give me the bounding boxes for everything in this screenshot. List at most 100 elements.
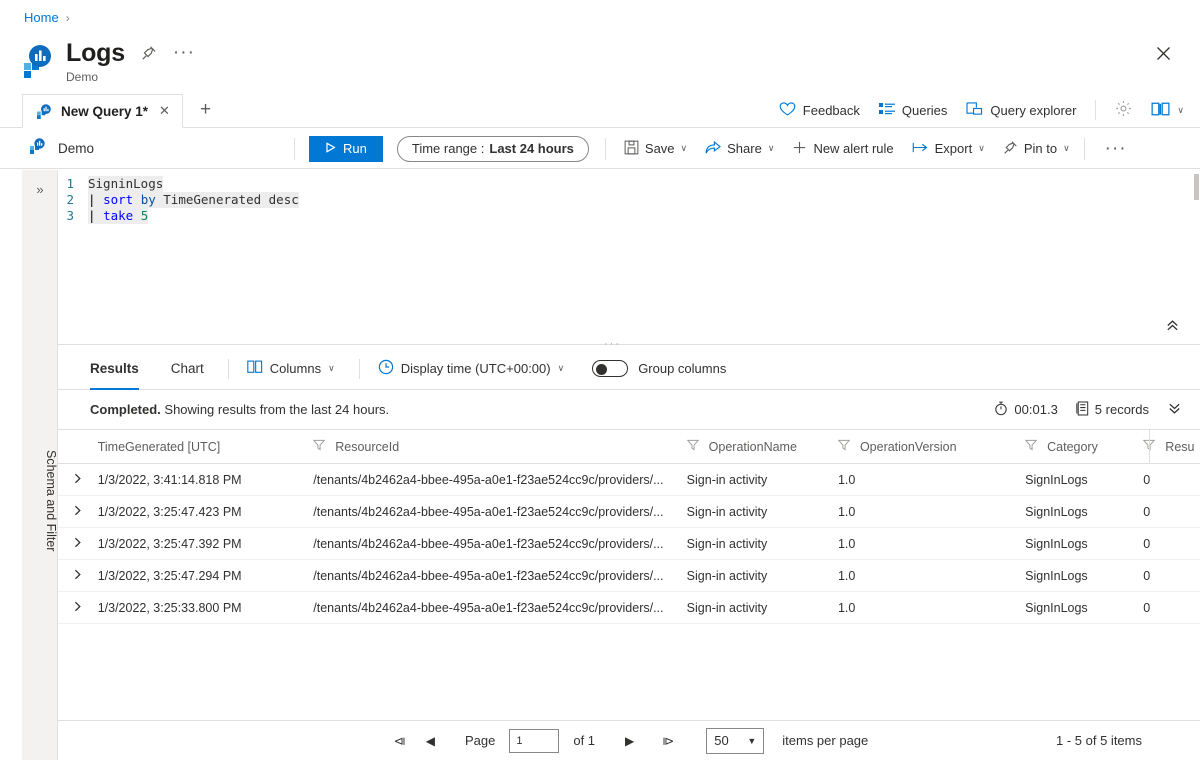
share-button[interactable]: Share ∨ [705, 140, 774, 158]
cell-opver: 1.0 [837, 504, 856, 519]
code-text[interactable]: | take 5 [88, 208, 149, 224]
pin-to-button[interactable]: Pin to ∨ [1003, 140, 1070, 158]
query-duration: 00:01.3 [994, 401, 1058, 419]
code-token: 5 [140, 208, 149, 223]
splitter-handle[interactable]: ··· [604, 339, 621, 350]
gear-icon [1115, 100, 1132, 120]
scope-selector[interactable]: Demo [30, 138, 94, 159]
settings-button[interactable] [1115, 100, 1132, 120]
chevron-right-icon[interactable] [58, 537, 98, 551]
table-row[interactable]: 1/3/2022, 3:41:14.818 PM/tenants/4b2462a… [58, 464, 1200, 496]
column-header-opver[interactable]: OperationVersion [837, 439, 1025, 454]
chevron-right-icon[interactable] [58, 601, 98, 615]
query-icon [37, 103, 52, 119]
top-actions: Feedback Queries Query explorer ∨ [779, 100, 1184, 120]
header-more-icon[interactable]: ··· [173, 43, 195, 62]
query-editor[interactable]: 1 SigninLogs 2 | sort by TimeGenerated desc… [58, 170, 1200, 345]
double-chevron-right-icon[interactable]: » [22, 182, 58, 197]
group-columns-toggle[interactable] [592, 360, 629, 377]
tab-chart[interactable]: Chart [171, 348, 204, 390]
timer-icon [994, 401, 1008, 419]
prev-page-button[interactable]: ◀ [416, 734, 445, 748]
filter-icon[interactable] [837, 439, 851, 454]
chevron-down-icon: ∨ [767, 143, 775, 153]
list-icon [878, 102, 895, 119]
queries-button[interactable]: Queries [878, 102, 947, 119]
pin-icon[interactable] [141, 45, 157, 61]
column-header-category[interactable]: Category [1025, 439, 1143, 454]
cell-category: SignInLogs [1025, 536, 1088, 551]
duration-value: 00:01.3 [1014, 402, 1058, 417]
close-icon[interactable] [1148, 38, 1178, 68]
status-state: Completed. [90, 402, 161, 417]
logs-page: Home › Logs ··· Demo New Query 1* ✕ + Fe… [0, 0, 1200, 760]
run-button[interactable]: Run [309, 135, 383, 162]
help-book-button[interactable]: ∨ [1151, 101, 1184, 120]
filter-icon[interactable] [313, 439, 326, 454]
tab-results[interactable]: Results [90, 348, 139, 390]
last-page-button[interactable]: ⧐ [652, 734, 684, 748]
code-line[interactable]: 1 SigninLogs [58, 176, 1200, 192]
breadcrumb-home[interactable]: Home [24, 10, 59, 25]
column-header-resource[interactable]: ResourceId [313, 439, 686, 454]
chevron-right-icon[interactable] [58, 473, 98, 487]
double-chevron-down-icon[interactable] [1167, 401, 1182, 419]
display-time-button[interactable]: Display time (UTC+00:00) ∨ [378, 359, 565, 378]
save-button[interactable]: Save ∨ [624, 140, 687, 158]
page-number-input[interactable] [509, 728, 560, 753]
chevron-down-icon[interactable]: ∨ [1177, 105, 1184, 116]
export-button[interactable]: Export ∨ [912, 141, 985, 157]
first-page-button[interactable]: ⧏ [384, 734, 416, 748]
cell-category: SignInLogs [1025, 504, 1088, 519]
column-header-label: Category [1047, 440, 1098, 454]
column-header-opname[interactable]: OperationName [686, 439, 838, 454]
page-size-select[interactable]: 50 ▼ [706, 727, 765, 754]
record-count: 5 records [1076, 400, 1149, 419]
filter-icon[interactable] [1025, 439, 1038, 454]
feedback-button[interactable]: Feedback [779, 101, 860, 120]
cell-time: 1/3/2022, 3:41:14.818 PM [97, 472, 242, 487]
table-row[interactable]: 1/3/2022, 3:25:47.423 PM/tenants/4b2462a… [58, 496, 1200, 528]
chevron-right-icon[interactable] [58, 569, 98, 583]
command-more-icon[interactable]: ··· [1105, 139, 1127, 158]
cell-opname: Sign-in activity [686, 600, 768, 615]
code-line[interactable]: 2 | sort by TimeGenerated desc [58, 192, 1200, 208]
table-row[interactable]: 1/3/2022, 3:25:47.392 PM/tenants/4b2462a… [58, 528, 1200, 560]
tab-close-icon[interactable]: ✕ [157, 103, 172, 119]
pin-icon [1003, 140, 1018, 158]
column-header-result[interactable]: Resu [1143, 439, 1200, 454]
columns-label: Columns [269, 361, 322, 376]
toggle-knob [596, 364, 608, 375]
column-header-time[interactable]: TimeGenerated [UTC] [98, 440, 314, 454]
table-row[interactable]: 1/3/2022, 3:25:47.294 PM/tenants/4b2462a… [58, 560, 1200, 592]
code-text[interactable]: | sort by TimeGenerated desc [88, 192, 299, 208]
time-range-value: Last 24 hours [489, 141, 574, 156]
new-alert-rule-button[interactable]: New alert rule [792, 140, 894, 158]
time-range-picker[interactable]: Time range : Last 24 hours [396, 135, 589, 162]
double-chevron-up-icon[interactable] [1165, 318, 1180, 336]
query-explorer-button[interactable]: Query explorer [966, 101, 1076, 119]
pagination-bar: ⧏ ◀ Page of 1 ▶ ⧐ 50 ▼ items per page 1 … [58, 720, 1200, 760]
breadcrumb-separator-icon: › [65, 10, 70, 25]
divider [1083, 137, 1085, 160]
chevron-down-icon: ∨ [557, 363, 565, 373]
code-text[interactable]: SigninLogs [88, 176, 164, 192]
page-size-value: 50 [714, 733, 729, 748]
tab-new-query-1[interactable]: New Query 1* ✕ [22, 94, 183, 128]
query-code[interactable]: 1 SigninLogs 2 | sort by TimeGenerated desc… [58, 170, 1200, 224]
table-body: 1/3/2022, 3:41:14.818 PM/tenants/4b2462a… [58, 464, 1200, 624]
editor-scrollbar[interactable] [1194, 174, 1199, 200]
items-total-label: 1 - 5 of 5 items [1056, 733, 1142, 748]
play-icon [325, 141, 336, 156]
status-detail: Showing results from the last 24 hours. [160, 402, 390, 417]
schema-filter-rail[interactable]: » Schema and Filter [22, 170, 58, 760]
columns-button[interactable]: Columns ∨ [247, 360, 335, 377]
table-row[interactable]: 1/3/2022, 3:25:33.800 PM/tenants/4b2462a… [58, 592, 1200, 624]
next-page-button[interactable]: ▶ [615, 734, 644, 748]
add-query-tab-button[interactable]: + [200, 100, 211, 120]
code-line[interactable]: 3 | take 5 [58, 208, 1200, 224]
filter-icon[interactable] [686, 439, 699, 454]
chevron-right-icon[interactable] [58, 505, 98, 519]
column-header-label: Resu [1165, 440, 1195, 454]
query-explorer-icon [966, 101, 983, 119]
